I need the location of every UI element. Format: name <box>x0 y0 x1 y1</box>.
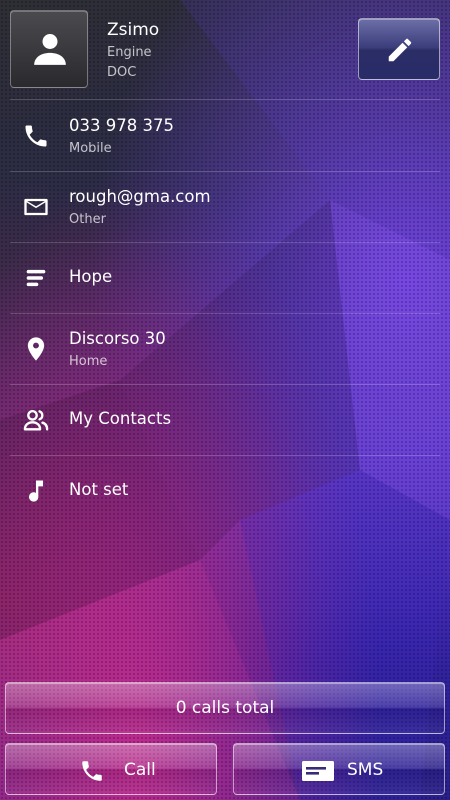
email-type: Other <box>69 212 106 227</box>
contact-header: Zsimo Engine DOC <box>0 0 450 100</box>
email-address: rough@gma.com <box>69 187 211 206</box>
message-icon <box>302 761 334 781</box>
sms-button[interactable]: SMS <box>233 743 445 795</box>
phone-icon <box>25 125 47 147</box>
group-row[interactable]: My Contacts <box>0 384 450 455</box>
call-button-label: Call <box>124 760 156 780</box>
call-button[interactable]: Call <box>5 743 217 795</box>
location-pin-icon <box>27 337 45 361</box>
call-history-button[interactable]: 0 calls total <box>5 682 445 734</box>
phone-number: 033 978 375 <box>69 116 174 135</box>
mail-icon <box>24 198 48 216</box>
note-icon <box>26 269 46 287</box>
phone-type: Mobile <box>69 141 112 156</box>
contact-name: Zsimo <box>107 20 160 40</box>
music-note-icon <box>29 480 43 502</box>
group-icon <box>23 409 49 431</box>
note-row[interactable]: Hope <box>0 242 450 313</box>
email-row[interactable]: rough@gma.com Other <box>0 171 450 242</box>
edit-contact-button[interactable] <box>358 18 440 80</box>
pencil-icon <box>388 38 412 62</box>
contact-avatar[interactable] <box>10 10 88 88</box>
phone-row[interactable]: 033 978 375 Mobile <box>0 100 450 171</box>
address-text: Discorso 30 <box>69 329 166 348</box>
contact-organization: Engine <box>107 45 152 60</box>
sms-button-label: SMS <box>347 760 384 780</box>
phone-icon <box>82 761 102 781</box>
ringtone-value: Not set <box>69 480 129 499</box>
contact-title: DOC <box>107 65 137 80</box>
note-text: Hope <box>69 267 113 286</box>
person-icon <box>34 34 66 65</box>
group-name: My Contacts <box>69 409 172 428</box>
address-row[interactable]: Discorso 30 Home <box>0 313 450 384</box>
address-type: Home <box>69 354 108 369</box>
ringtone-row[interactable]: Not set <box>0 455 450 526</box>
